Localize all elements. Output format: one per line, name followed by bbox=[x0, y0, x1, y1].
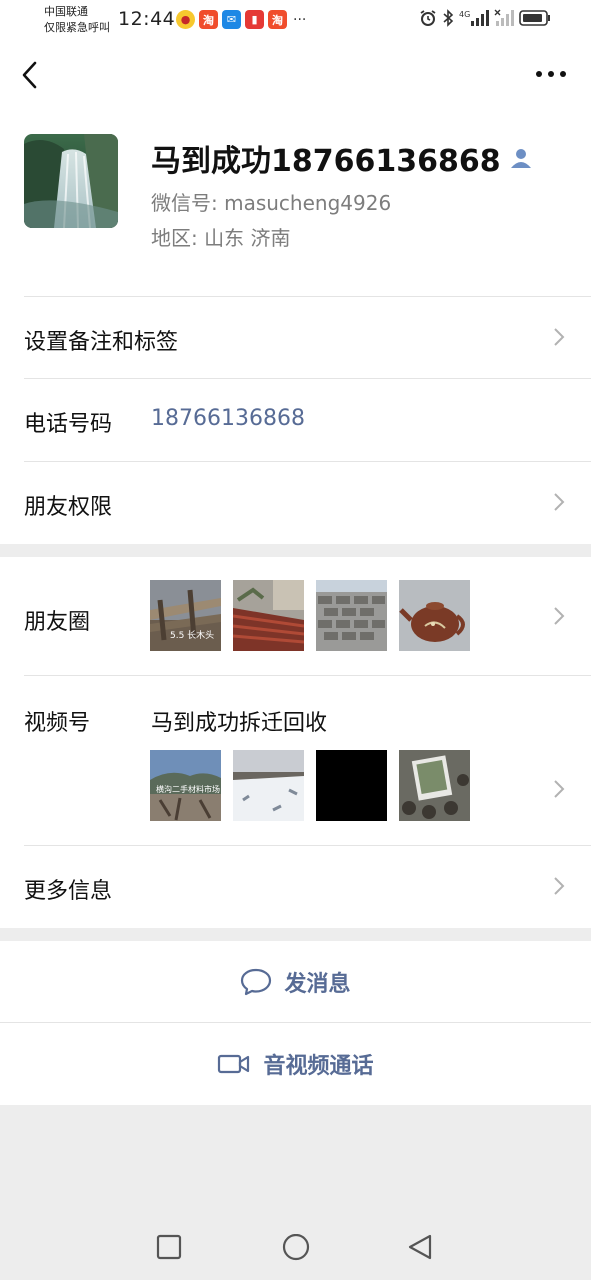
back-nav-button[interactable] bbox=[406, 1234, 434, 1262]
region: 地区: 山东 济南 bbox=[151, 226, 291, 250]
alarm-icon bbox=[420, 10, 436, 26]
system-nav-bar bbox=[0, 1210, 591, 1280]
moments-row[interactable]: 朋友圈 5.5 长木头 bbox=[0, 557, 591, 675]
friend-permission-label: 朋友权限 bbox=[24, 495, 113, 520]
bluetooth-icon bbox=[443, 9, 454, 27]
chevron-right-icon bbox=[554, 877, 565, 895]
market-photo-icon: 横沟二手材料市场 bbox=[150, 750, 221, 821]
channels-name: 马到成功拆迁回收 bbox=[151, 711, 328, 736]
teapot-photo-icon bbox=[399, 580, 470, 651]
moments-thumb[interactable] bbox=[399, 580, 470, 651]
wood-pile-photo-icon: 5.5 长木头 bbox=[150, 580, 221, 651]
channels-thumbnails: 横沟二手材料市场 bbox=[150, 750, 470, 821]
channels-thumb[interactable] bbox=[316, 750, 387, 821]
moments-thumb[interactable] bbox=[233, 580, 304, 651]
chevron-right-icon bbox=[554, 607, 565, 625]
send-message-button[interactable]: 发消息 bbox=[0, 941, 591, 1023]
top-nav-bar bbox=[0, 40, 591, 110]
channels-label: 视频号 bbox=[24, 711, 91, 736]
carrier-emergency: 仅限紧急呼叫 bbox=[44, 21, 110, 34]
weibo-icon: ● bbox=[176, 10, 195, 29]
recents-button[interactable] bbox=[156, 1234, 182, 1260]
channels-thumb[interactable] bbox=[399, 750, 470, 821]
video-call-button[interactable]: 音视频通话 bbox=[0, 1023, 591, 1105]
red-steel-photo-icon bbox=[233, 580, 304, 651]
snow-yard-photo-icon bbox=[233, 750, 304, 821]
video-call-label: 音视频通话 bbox=[263, 1054, 374, 1079]
more-info-row[interactable]: 更多信息 bbox=[0, 845, 591, 928]
send-message-label: 发消息 bbox=[284, 972, 351, 997]
brick-stack-photo-icon bbox=[316, 580, 387, 651]
channels-thumb[interactable]: 横沟二手材料市场 bbox=[150, 750, 221, 821]
pots-photo-icon bbox=[399, 750, 470, 821]
profile-name-text: 马到成功18766136868 bbox=[151, 144, 501, 179]
profile-header: 马到成功18766136868 微信号: masucheng4926 地区: 山… bbox=[0, 110, 591, 296]
profile-name: 马到成功18766136868 bbox=[151, 136, 533, 180]
signal-4g-icon: 4G bbox=[459, 10, 489, 26]
chat-bubble-icon bbox=[241, 968, 272, 996]
person-icon bbox=[510, 149, 531, 168]
more-info-label: 更多信息 bbox=[24, 879, 113, 904]
friend-permission-row[interactable]: 朋友权限 bbox=[0, 461, 591, 544]
carrier-info: 中国联通 仅限紧急呼叫 bbox=[44, 4, 110, 36]
status-time: 12:44 bbox=[118, 8, 176, 30]
carrier-name: 中国联通 bbox=[44, 5, 88, 18]
taobao-icon: 淘 bbox=[199, 10, 218, 29]
remark-tags-label: 设置备注和标签 bbox=[24, 330, 179, 355]
wechat-id: 微信号: masucheng4926 bbox=[151, 191, 392, 215]
phone-label: 电话号码 bbox=[24, 412, 113, 437]
home-button[interactable] bbox=[282, 1234, 310, 1262]
black-video-thumb-icon bbox=[316, 750, 387, 821]
thumb-caption: 5.5 长木头 bbox=[170, 629, 214, 641]
thumb-caption: 横沟二手材料市场 bbox=[156, 784, 220, 794]
reader-icon: ▮ bbox=[245, 10, 264, 29]
phone-row: 电话号码 18766136868 bbox=[0, 378, 591, 461]
info-panel: 设置备注和标签 电话号码 18766136868 朋友权限 bbox=[0, 296, 591, 544]
status-bar: 中国联通 仅限紧急呼叫 12:44 ● 淘 ✉ ▮ 淘 ··· 4G bbox=[0, 0, 591, 40]
more-notifications-icon: ··· bbox=[293, 11, 307, 28]
moments-thumb[interactable]: 5.5 长木头 bbox=[150, 580, 221, 651]
moments-thumbnails: 5.5 长木头 bbox=[150, 580, 470, 651]
avatar[interactable] bbox=[24, 134, 118, 228]
chevron-right-icon bbox=[554, 328, 565, 346]
app-notification-icon: ✉ bbox=[222, 10, 241, 29]
signal-none-icon bbox=[494, 9, 514, 26]
battery-icon bbox=[519, 10, 550, 26]
svg-text:4G: 4G bbox=[459, 10, 470, 19]
channels-thumb[interactable] bbox=[233, 750, 304, 821]
chevron-right-icon bbox=[554, 493, 565, 511]
channels-row[interactable]: 视频号 马到成功拆迁回收 横沟二手材料市场 bbox=[0, 675, 591, 845]
system-icons: 4G bbox=[419, 9, 551, 27]
phone-number-link[interactable]: 18766136868 bbox=[151, 406, 305, 431]
taobao-icon-2: 淘 bbox=[268, 10, 287, 29]
media-panel: 朋友圈 5.5 长木头 视频号 马到成功拆迁回收 横沟二手材料市场 更多信息 bbox=[0, 557, 591, 928]
back-button[interactable] bbox=[18, 58, 46, 92]
video-camera-icon bbox=[218, 1054, 250, 1074]
notification-icons: ● 淘 ✉ ▮ 淘 ··· bbox=[176, 10, 306, 29]
moments-thumb[interactable] bbox=[316, 580, 387, 651]
moments-label: 朋友圈 bbox=[24, 610, 91, 635]
more-options-button[interactable] bbox=[535, 62, 567, 86]
chevron-right-icon bbox=[554, 780, 565, 798]
waterfall-photo-icon bbox=[24, 134, 118, 228]
remark-tags-row[interactable]: 设置备注和标签 bbox=[0, 296, 591, 378]
